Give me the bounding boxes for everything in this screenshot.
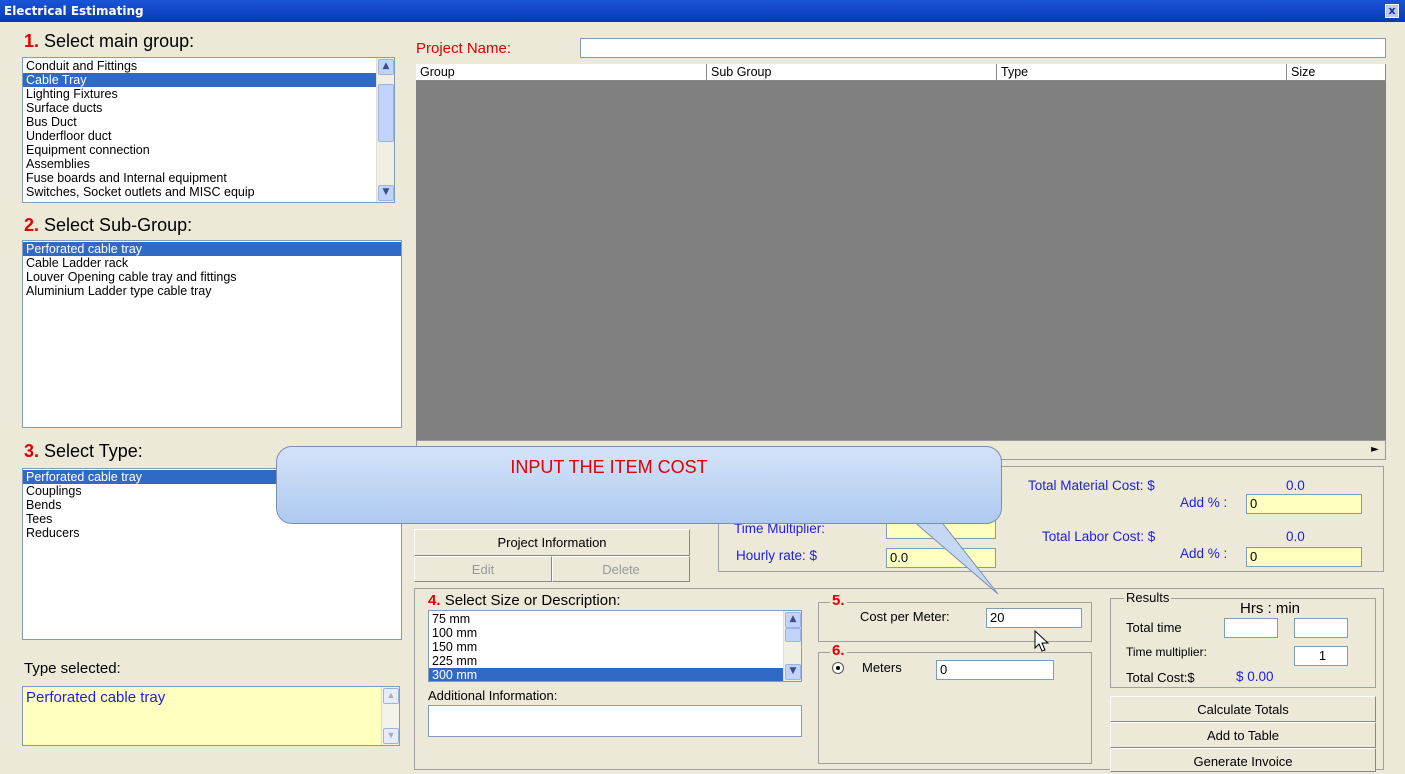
results-time-multiplier-input[interactable]: 1 bbox=[1294, 646, 1348, 666]
main-group-item[interactable]: Fuse boards and Internal equipment bbox=[23, 171, 394, 185]
total-material-label: Total Material Cost: $ bbox=[1028, 478, 1155, 493]
step3-label: Select Type: bbox=[44, 441, 143, 461]
total-cost-label: Total Cost:$ bbox=[1126, 670, 1195, 685]
main-group-item[interactable]: Conduit and Fittings bbox=[23, 59, 394, 73]
additional-info-label: Additional Information: bbox=[428, 688, 558, 703]
sub-group-item[interactable]: Louver Opening cable tray and fittings bbox=[23, 270, 401, 284]
sub-group-item[interactable]: Aluminium Ladder type cable tray bbox=[23, 284, 401, 298]
column-header-size[interactable]: Size bbox=[1287, 64, 1386, 81]
meters-radio[interactable] bbox=[832, 662, 844, 674]
total-material-value: 0.0 bbox=[1286, 478, 1305, 493]
main-group-item[interactable]: Switches, Socket outlets and MISC equip bbox=[23, 185, 394, 199]
scroll-up-icon[interactable]: ▲ bbox=[378, 59, 394, 75]
step1-heading: 1. Select main group: bbox=[24, 31, 194, 52]
step2-label: Select Sub-Group: bbox=[44, 215, 193, 235]
material-add-input[interactable]: 0 bbox=[1246, 494, 1362, 514]
material-add-label: Add % : bbox=[1180, 495, 1228, 510]
main-group-item[interactable]: Lighting Fixtures bbox=[23, 87, 394, 101]
labor-add-input[interactable]: 0 bbox=[1246, 547, 1362, 567]
results-time-multiplier-label: Time multiplier: bbox=[1126, 645, 1207, 659]
scroll-right-icon[interactable]: ► bbox=[1367, 443, 1383, 458]
add-to-table-button[interactable]: Add to Table bbox=[1110, 722, 1376, 748]
project-name-label: Project Name: bbox=[416, 40, 512, 57]
window-title: Electrical Estimating bbox=[4, 4, 144, 18]
total-labor-value: 0.0 bbox=[1286, 529, 1305, 544]
main-group-item[interactable]: Equipment connection bbox=[23, 143, 394, 157]
meters-input[interactable]: 0 bbox=[936, 660, 1054, 680]
main-group-item[interactable]: Underfloor duct bbox=[23, 129, 394, 143]
labor-add-label: Add % : bbox=[1180, 546, 1228, 561]
estimate-table[interactable]: Group Sub Group Type Size ► bbox=[416, 64, 1386, 460]
results-title: Results bbox=[1124, 590, 1172, 605]
scroll-down-icon[interactable]: ▼ bbox=[383, 728, 399, 744]
scroll-up-icon[interactable]: ▲ bbox=[383, 688, 399, 704]
close-button[interactable]: x bbox=[1385, 4, 1399, 18]
step3-heading: 3. Select Type: bbox=[24, 441, 143, 462]
main-group-scrollbar[interactable]: ▲ ▼ bbox=[376, 58, 394, 202]
main-group-item[interactable]: Surface ducts bbox=[23, 101, 394, 115]
step3-number: 3. bbox=[24, 441, 40, 461]
main-group-item[interactable]: Assemblies bbox=[23, 157, 394, 171]
additional-info-input[interactable] bbox=[428, 705, 802, 737]
size-item[interactable]: 300 mm bbox=[429, 668, 801, 681]
main-group-item[interactable]: Bus Duct bbox=[23, 115, 394, 129]
step2-number: 2. bbox=[24, 215, 40, 235]
total-time-label: Total time bbox=[1126, 620, 1182, 635]
total-minutes-field[interactable] bbox=[1294, 618, 1348, 638]
hrs-min-label: Hrs : min bbox=[1240, 600, 1300, 617]
mouse-cursor-icon bbox=[1034, 630, 1050, 652]
step2-heading: 2. Select Sub-Group: bbox=[24, 215, 192, 236]
calculate-totals-button[interactable]: Calculate Totals bbox=[1110, 696, 1376, 722]
scroll-down-icon[interactable]: ▼ bbox=[378, 185, 394, 201]
main-group-item[interactable]: Cable Tray bbox=[23, 73, 394, 87]
main-group-list[interactable]: Conduit and Fittings Cable Tray Lighting F… bbox=[22, 57, 395, 203]
generate-invoice-button[interactable]: Generate Invoice bbox=[1110, 748, 1376, 772]
project-name-input[interactable] bbox=[580, 38, 1386, 58]
scroll-down-icon[interactable]: ▼ bbox=[785, 664, 801, 680]
total-cost-value: $ 0.00 bbox=[1236, 669, 1274, 684]
sub-group-item[interactable]: Perforated cable tray bbox=[23, 242, 401, 256]
type-selected-label: Type selected: bbox=[24, 660, 121, 677]
sub-group-list[interactable]: Perforated cable tray Cable Ladder rack Lo… bbox=[22, 240, 402, 428]
instruction-callout: INPUT THE ITEM COST bbox=[276, 446, 1002, 524]
step1-number: 1. bbox=[24, 31, 40, 51]
column-header-group[interactable]: Group bbox=[416, 64, 707, 81]
total-hours-field[interactable] bbox=[1224, 618, 1278, 638]
callout-text: INPUT THE ITEM COST bbox=[510, 457, 708, 477]
scroll-thumb[interactable] bbox=[378, 84, 394, 142]
column-header-subgroup[interactable]: Sub Group bbox=[707, 64, 997, 81]
total-labor-label: Total Labor Cost: $ bbox=[1042, 529, 1156, 544]
column-header-type[interactable]: Type bbox=[997, 64, 1287, 81]
meters-label: Meters bbox=[862, 660, 902, 675]
sub-group-item[interactable]: Cable Ladder rack bbox=[23, 256, 401, 270]
type-selected-field: Perforated cable tray ▲ ▼ bbox=[22, 686, 400, 746]
step1-label: Select main group: bbox=[44, 31, 195, 51]
type-selected-value: Perforated cable tray bbox=[26, 689, 166, 706]
type-selected-scrollbar[interactable]: ▲ ▼ bbox=[381, 687, 399, 745]
window-titlebar: Electrical Estimating x bbox=[0, 0, 1405, 22]
